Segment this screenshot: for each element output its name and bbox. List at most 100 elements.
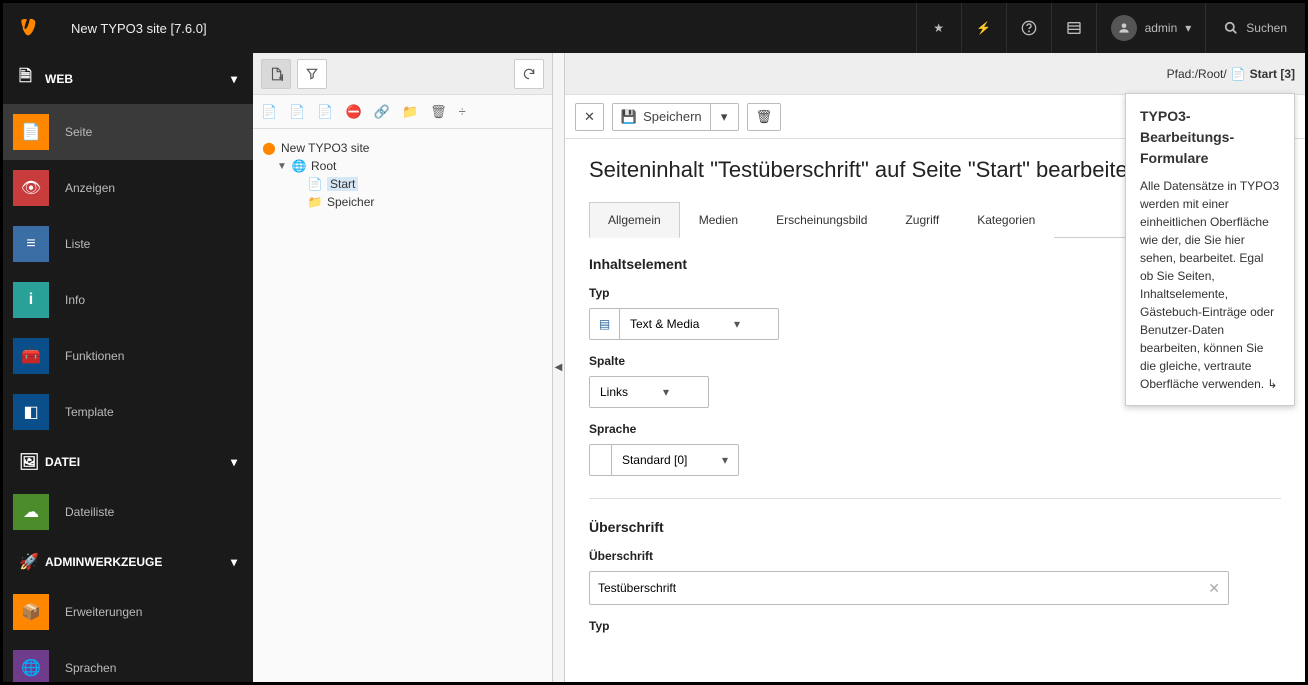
page-icon: 📄 [307,177,323,191]
module-group-adminwerkzeuge[interactable]: 🚀 ADMINWERKZEUGE ▾ [3,540,253,584]
tab-kategorien[interactable]: Kategorien [958,202,1054,238]
tree-root[interactable]: ⬤ New TYPO3 site [261,139,544,157]
tab-medien[interactable]: Medien [680,202,757,238]
toolbox-icon: 🧰 [13,338,49,374]
tree-toolbar: ＋ [253,53,552,95]
label-sprache: Sprache [589,422,1281,436]
search-icon [1224,21,1238,35]
module-item-erweiterungen[interactable]: 📦 Erweiterungen [3,584,253,640]
select-typ[interactable]: ▤ Text & Media ▾ [589,308,779,340]
info-icon: i [13,282,49,318]
module-item-funktionen[interactable]: 🧰 Funktionen [3,328,253,384]
page-tree-panel: ＋ 📄 📄 📄 ⛔ 🔗 📁 🗑 ÷ [253,53,553,682]
typo3-logo[interactable] [3,3,53,53]
image-icon: 🖼 [19,452,45,472]
globe-icon: 🌐 [13,650,49,682]
cloud-icon: ☁ [13,494,49,530]
module-item-seite[interactable]: 📄 Seite [3,104,253,160]
content-area: Pfad: /Root/ 📄 Start [3] ✕ 💾 Speichern ▾… [565,53,1305,682]
chevron-down-icon: ▾ [1185,21,1191,35]
tab-erscheinungsbild[interactable]: Erscheinungsbild [757,202,886,238]
page-link-icon[interactable]: 🔗 [374,104,390,120]
chevron-down-icon: ▾ [653,385,679,399]
user-menu[interactable]: admin ▾ [1096,3,1206,53]
bookmark-icon[interactable]: ★ [916,3,961,53]
collapse-tree-handle[interactable]: ◀ [553,53,565,682]
flag-icon [590,445,612,475]
label-typ2: Typ [589,619,1281,633]
breadcrumb: Pfad: /Root/ 📄 Start [3] [565,53,1305,95]
help-icon[interactable] [1006,3,1051,53]
page-standard-icon[interactable]: 📄 [261,104,277,120]
package-icon: 📦 [13,594,49,630]
folder-icon: 📁 [307,195,323,209]
page-tree: ⬤ New TYPO3 site ▼ 🌐 Root 📄 Start [253,129,552,682]
select-sprache-input[interactable]: Standard [0] [612,445,712,475]
popover-title: TYPO3-Bearbeitungs-Formulare [1140,106,1280,169]
module-item-anzeigen[interactable]: 👁 Anzeigen [3,160,253,216]
refresh-button[interactable] [514,59,544,89]
input-ueberschrift-wrap: ✕ [589,571,1229,605]
select-sprache[interactable]: Standard [0] ▾ [589,444,739,476]
module-item-sprachen[interactable]: 🌐 Sprachen [3,640,253,682]
search-label: Suchen [1246,21,1287,35]
cache-icon[interactable]: ⚡ [961,3,1006,53]
chevron-down-icon: ▾ [231,555,237,569]
chevron-down-icon: ▾ [712,453,738,467]
module-group-datei[interactable]: 🖼 DATEI ▾ [3,440,253,484]
module-group-web[interactable]: 🗎 WEB ▾ [3,53,253,104]
filter-button[interactable] [297,59,327,89]
tree-node-start[interactable]: 📄 Start [293,175,544,193]
tab-zugriff[interactable]: Zugriff [886,202,958,238]
input-ueberschrift[interactable] [598,581,1208,595]
trash-icon[interactable]: 🗑 [430,104,447,120]
typo3-icon: ⬤ [261,141,277,155]
clear-icon[interactable]: ✕ [1208,580,1220,597]
page-icon: 📄 [1231,67,1246,81]
template-icon: ◧ [13,394,49,430]
topbar: New TYPO3 site [7.6.0] ★ ⚡ admin ▾ [3,3,1305,53]
module-item-info[interactable]: i Info [3,272,253,328]
label-ueberschrift: Überschrift [589,549,1281,563]
close-button[interactable]: ✕ [575,103,604,131]
page-stop-icon[interactable]: ⛔ [346,104,362,120]
delete-button[interactable]: 🗑 [747,103,782,131]
chevron-down-icon: ▾ [231,455,237,469]
divider [589,498,1281,499]
breadcrumb-root[interactable]: /Root/ [1195,67,1227,81]
module-item-template[interactable]: ◧ Template [3,384,253,440]
application-icon[interactable] [1051,3,1096,53]
section-ueberschrift: Überschrift [589,519,1281,535]
more-icon[interactable]: ↳ [1267,377,1277,391]
collapse-icon[interactable]: ▼ [277,161,287,172]
breadcrumb-current: Start [3] [1250,67,1295,81]
site-title: New TYPO3 site [7.6.0] [53,21,916,36]
tree-sub-toolbar: 📄 📄 📄 ⛔ 🔗 📁 🗑 ÷ [253,95,552,129]
new-page-button[interactable]: ＋ [261,59,291,89]
tree-node-speicher[interactable]: 📁 Speicher [293,193,544,211]
save-button[interactable]: 💾 Speichern [612,103,711,131]
globe-icon: 🌐 [291,159,307,173]
select-typ-input[interactable]: Text & Media [620,309,724,339]
document-icon: 🗎 [19,65,45,92]
svg-text:＋: ＋ [279,73,283,80]
module-item-liste[interactable]: ≡ Liste [3,216,253,272]
search-box[interactable]: Suchen [1205,3,1305,53]
tree-node-root[interactable]: ▼ 🌐 Root [277,157,544,175]
chevron-down-icon: ▾ [724,317,750,331]
help-popover: TYPO3-Bearbeitungs-Formulare Alle Datens… [1125,93,1295,406]
page-shortcut-icon[interactable]: 📄 [317,104,333,120]
username-label: admin [1145,21,1178,35]
page-backend-icon[interactable]: 📄 [289,104,305,120]
save-dropdown-button[interactable]: ▾ [711,103,739,131]
divider-icon[interactable]: ÷ [459,104,466,119]
folder-icon[interactable]: 📁 [402,104,418,120]
module-item-dateiliste[interactable]: ☁ Dateiliste [3,484,253,540]
select-spalte-input[interactable]: Links [590,377,653,407]
eye-icon: 👁 [13,170,49,206]
tab-allgemein[interactable]: Allgemein [589,202,680,238]
chevron-down-icon: ▾ [231,72,237,86]
avatar-icon [1111,15,1137,41]
save-icon: 💾 [621,109,637,125]
select-spalte[interactable]: Links ▾ [589,376,709,408]
